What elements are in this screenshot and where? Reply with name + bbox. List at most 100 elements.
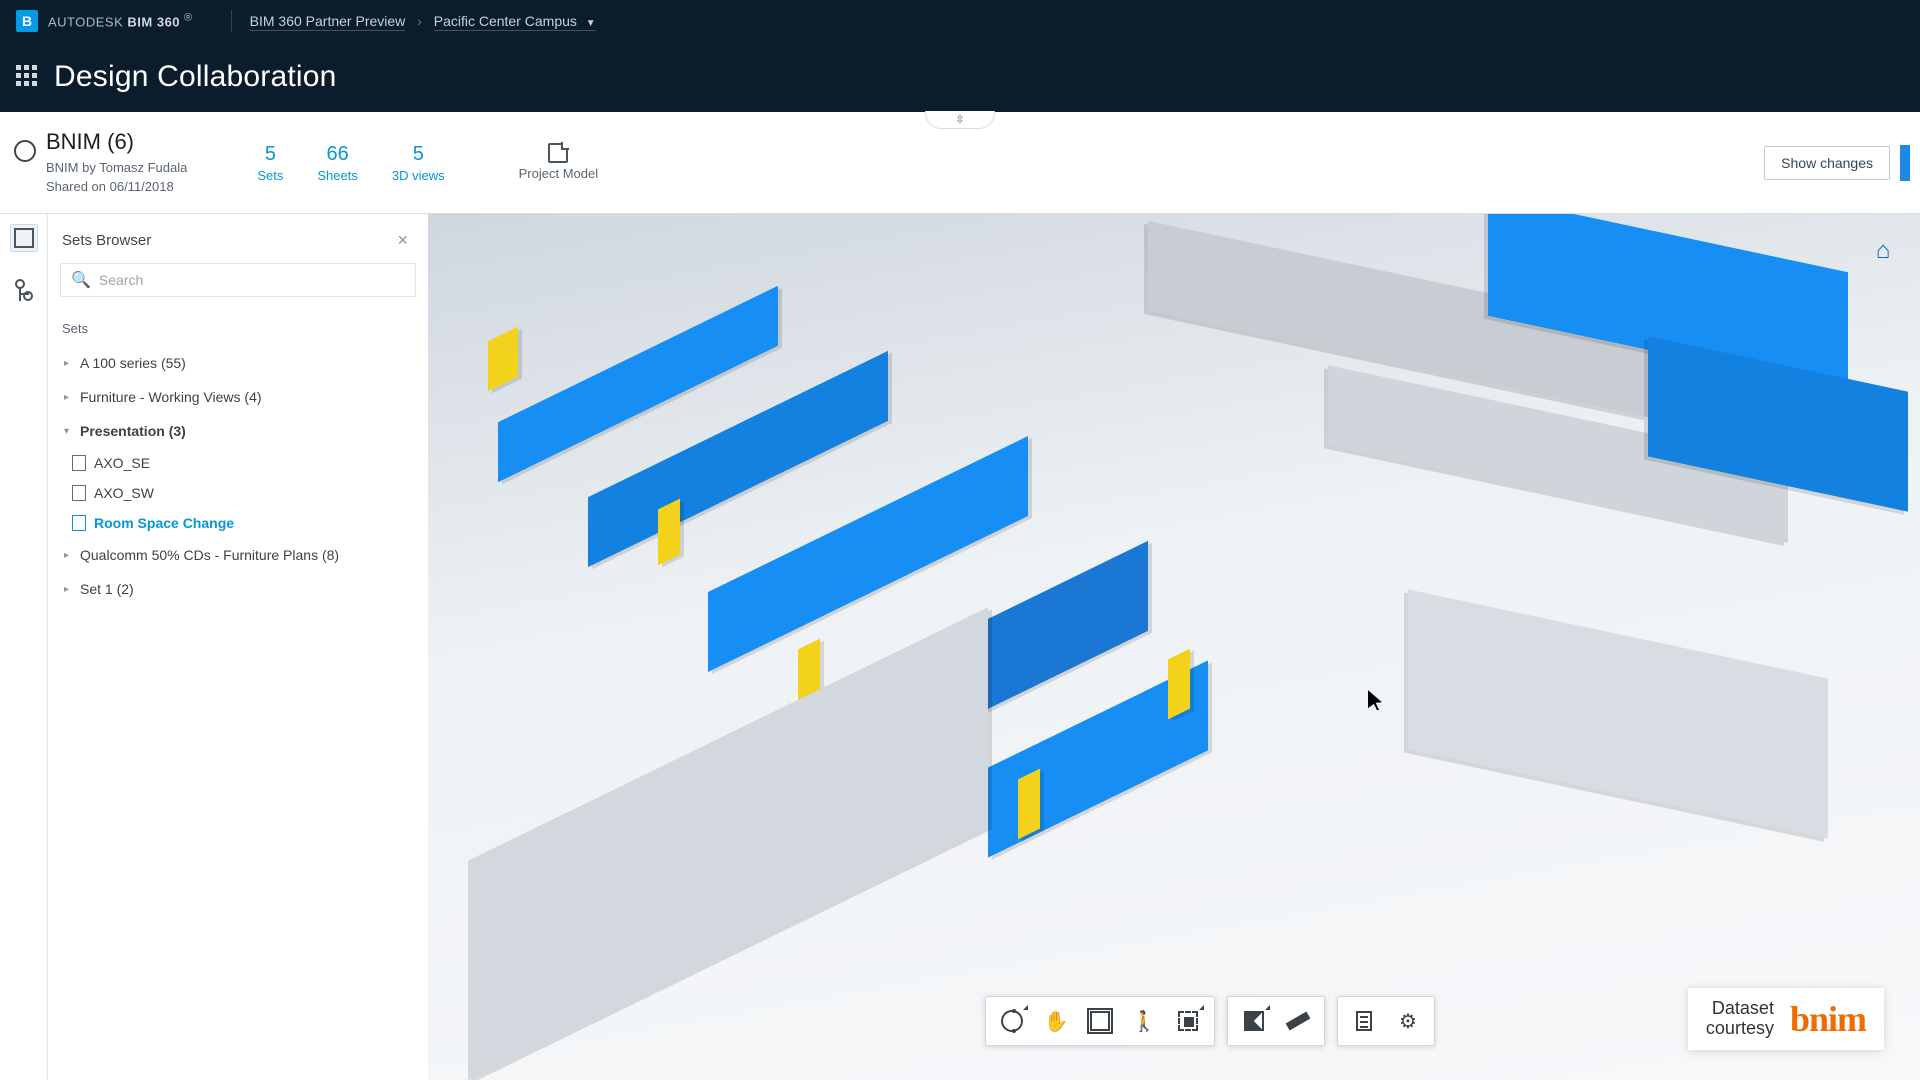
credit-line2: courtesy [1706, 1019, 1774, 1039]
sets-browser-title: Sets Browser [62, 232, 151, 249]
search-icon: 🔍 [71, 270, 91, 290]
project-model-button[interactable]: Project Model [519, 143, 598, 181]
breadcrumb-sep-icon: › [417, 13, 422, 29]
main-area: Sets Browser × 🔍 Sets ▸ A 100 series (55… [0, 214, 1920, 1080]
set-item-label: Qualcomm 50% CDs - Furniture Plans (8) [80, 547, 339, 563]
stat-sets-value: 5 [257, 143, 283, 166]
timeline-toggle-handle[interactable]: ⇳ [925, 111, 995, 129]
search-wrap: 🔍 [48, 263, 428, 307]
stat-sets[interactable]: 5 Sets [257, 143, 283, 183]
model-placeholder [428, 214, 1920, 1080]
set-item-furniture[interactable]: ▸ Furniture - Working Views (4) [62, 380, 414, 414]
properties-icon [1356, 1011, 1372, 1031]
chevron-right-icon: ▸ [64, 358, 74, 369]
sets-list: Sets ▸ A 100 series (55) ▸ Furniture - W… [48, 307, 428, 612]
walk-icon: 🚶 [1132, 1009, 1157, 1034]
header-right: Show changes [1764, 145, 1920, 181]
brand-text: AUTODESK BIM 360 ® [48, 12, 193, 29]
set-item-label: Furniture - Working Views (4) [80, 389, 262, 405]
header-panel: ⇳ BNIM (6) BNIM by Tomasz Fudala Shared … [0, 112, 1920, 214]
stat-3dviews[interactable]: 5 3D views [392, 143, 445, 183]
stat-3dviews-value: 5 [392, 143, 445, 166]
sheet-item-label: AXO_SE [94, 455, 150, 471]
project-block: BNIM (6) BNIM by Tomasz Fudala Shared on… [46, 129, 187, 195]
set-item-label: Set 1 (2) [80, 581, 134, 597]
set-item-set1[interactable]: ▸ Set 1 (2) [62, 572, 414, 606]
settings-button[interactable]: ⚙ [1386, 1001, 1430, 1041]
sheet-icon [72, 455, 86, 471]
project-model-label: Project Model [519, 166, 598, 181]
sheet-item-label: Room Space Change [94, 515, 234, 531]
home-view-button[interactable]: ⌂ [1868, 236, 1898, 266]
set-item-presentation[interactable]: ▾ Presentation (3) [62, 414, 414, 448]
toolbar-group-nav: ✋ 🚶 [985, 996, 1215, 1046]
properties-button[interactable] [1342, 1001, 1386, 1041]
stat-sheets-value: 66 [317, 143, 357, 166]
close-icon[interactable]: × [391, 228, 414, 253]
brand-reg: ® [184, 12, 192, 24]
sheet-item-axose[interactable]: AXO_SE [70, 448, 414, 478]
top-bar: B AUTODESK BIM 360 ® BIM 360 Partner Pre… [0, 0, 1920, 42]
search-input[interactable] [91, 272, 405, 288]
breadcrumb: BIM 360 Partner Preview › Pacific Center… [250, 13, 596, 29]
project-name: BNIM (6) [46, 129, 187, 155]
toolbar-group-settings: ⚙ [1337, 996, 1435, 1046]
search-box[interactable]: 🔍 [60, 263, 416, 297]
chevron-right-icon: ▸ [64, 550, 74, 561]
sheet-icon [72, 515, 86, 531]
chevron-down-icon: ▾ [64, 426, 74, 437]
home-icon: ⌂ [1876, 237, 1891, 265]
orbit-icon [1001, 1010, 1023, 1032]
sheet-item-label: AXO_SW [94, 485, 154, 501]
chevron-down-icon: ▼ [586, 18, 596, 29]
divider [231, 10, 232, 32]
gear-icon: ⚙ [1399, 1009, 1417, 1034]
left-rail [0, 214, 48, 1080]
sets-browser-panel: Sets Browser × 🔍 Sets ▸ A 100 series (55… [48, 214, 428, 1080]
rail-sets-button[interactable] [10, 224, 38, 252]
app-switcher-icon[interactable] [16, 65, 40, 89]
status-circle-icon [14, 140, 36, 162]
pan-button[interactable]: ✋ [1034, 1001, 1078, 1041]
breadcrumb-project-link[interactable]: Pacific Center Campus ▼ [434, 13, 596, 31]
chevron-right-icon: ▸ [64, 584, 74, 595]
breadcrumb-partner-link[interactable]: BIM 360 Partner Preview [250, 13, 406, 31]
stats-row: 5 Sets 66 Sheets 5 3D views Project Mode… [257, 143, 598, 183]
set-item-label: A 100 series (55) [80, 355, 186, 371]
show-changes-button[interactable]: Show changes [1764, 146, 1890, 180]
fit-button[interactable] [1078, 1001, 1122, 1041]
page-title: Design Collaboration [54, 60, 337, 94]
brand-product: BIM 360 [127, 15, 180, 30]
side-panel-toggle[interactable] [1900, 145, 1910, 181]
sets-icon [14, 228, 34, 248]
branch-icon [15, 279, 33, 301]
set-item-qualcomm[interactable]: ▸ Qualcomm 50% CDs - Furniture Plans (8) [62, 538, 414, 572]
presentation-children: AXO_SE AXO_SW Room Space Change [62, 448, 414, 538]
breadcrumb-project-label: Pacific Center Campus [434, 13, 577, 29]
project-shared-date: Shared on 06/11/2018 [46, 178, 187, 196]
sheet-icon [72, 485, 86, 501]
orbit-button[interactable] [990, 1001, 1034, 1041]
brand-company: AUTODESK [48, 15, 123, 30]
section-button[interactable] [1166, 1001, 1210, 1041]
measure-button[interactable] [1276, 1001, 1320, 1041]
model-viewport[interactable]: ⌂ ✋ 🚶 ⚙ Dataset courtesy [428, 214, 1920, 1080]
sheet-item-room-space-change[interactable]: Room Space Change [70, 508, 414, 538]
sets-browser-header: Sets Browser × [48, 214, 428, 263]
title-bar: Design Collaboration [0, 42, 1920, 112]
model-browser-button[interactable] [1232, 1001, 1276, 1041]
sheet-item-axosw[interactable]: AXO_SW [70, 478, 414, 508]
stat-sheets[interactable]: 66 Sheets [317, 143, 357, 183]
set-item-a100[interactable]: ▸ A 100 series (55) [62, 346, 414, 380]
credit-text: Dataset courtesy [1706, 999, 1774, 1039]
sets-group-label: Sets [62, 321, 414, 336]
fit-icon [1090, 1011, 1110, 1031]
rail-changes-button[interactable] [10, 276, 38, 304]
brand-logo-icon: B [16, 10, 38, 32]
set-item-label: Presentation (3) [80, 423, 186, 439]
cube-icon [1244, 1011, 1264, 1031]
walk-button[interactable]: 🚶 [1122, 1001, 1166, 1041]
project-model-icon [548, 143, 568, 163]
toolbar-group-analyze [1227, 996, 1325, 1046]
stat-3dviews-label: 3D views [392, 168, 445, 183]
